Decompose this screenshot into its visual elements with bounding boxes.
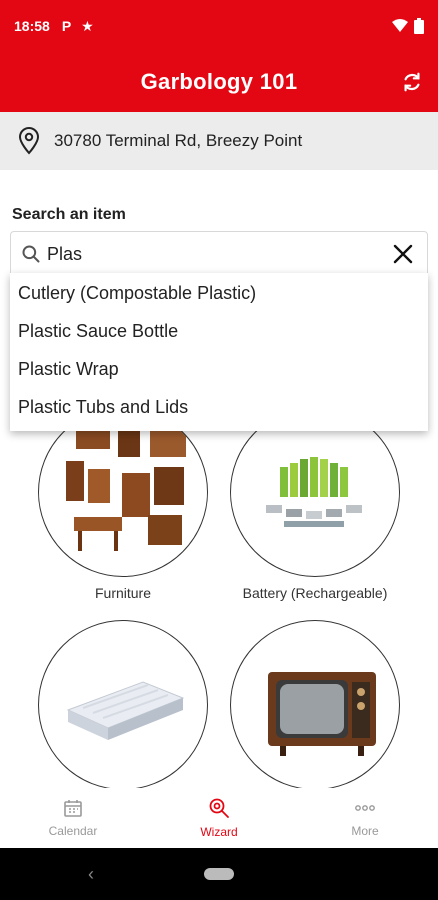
status-system-icons [392,18,424,34]
back-chevron-icon[interactable]: ‹ [88,864,94,885]
app-bar: Garbology 101 [0,52,438,112]
suggestion-item[interactable]: Plastic Tubs and Lids [10,388,428,426]
bottom-nav: Calendar Wizard More [0,788,438,848]
calendar-icon [64,800,82,817]
nav-label: More [351,824,379,838]
item-card-television[interactable] [230,620,400,790]
status-bar: 18:58 P ★ [0,0,438,52]
star-icon: ★ [81,17,94,34]
furniture-image [38,407,208,577]
search-box [10,231,428,277]
item-card-furniture[interactable]: Furniture [38,407,208,602]
search-icon [22,245,40,263]
system-nav-bar: ‹ [0,848,438,900]
refresh-icon [404,72,420,92]
clear-search-button[interactable] [389,240,417,268]
battery-image [230,407,400,577]
suggestion-item[interactable]: Plastic Sauce Bottle [10,312,428,350]
status-time: 18:58 [14,18,50,34]
nav-calendar[interactable]: Calendar [0,788,146,848]
search-label: Search an item [12,206,126,223]
address-bar[interactable]: 30780 Terminal Rd, Breezy Point [0,112,438,170]
item-card-battery[interactable]: Battery (Rechargeable) [230,407,400,602]
nav-label: Wizard [200,825,238,839]
suggestion-item[interactable]: Cutlery (Compostable Plastic) [10,274,428,312]
address-text: 30780 Terminal Rd, Breezy Point [54,131,303,150]
suggestions-dropdown: Cutlery (Compostable Plastic) Plastic Sa… [10,273,428,431]
more-icon [355,805,375,811]
wizard-search-icon [209,798,229,818]
search-input[interactable] [47,243,389,265]
app-title: Garbology 101 [140,69,298,94]
status-notifications: P ★ [62,18,94,35]
parking-icon: P [61,18,72,34]
close-icon [393,244,413,264]
item-label: Furniture [94,585,152,601]
home-pill[interactable] [204,868,234,880]
television-image [230,620,400,790]
nav-wizard[interactable]: Wizard [146,788,292,848]
mattress-image [38,620,208,790]
suggestion-item[interactable]: Plastic Wrap [10,350,428,388]
item-label: Battery (Rechargeable) [242,585,388,601]
wifi-icon [392,19,408,32]
nav-more[interactable]: More [292,788,438,848]
battery-icon [414,18,424,34]
item-card-mattress[interactable] [38,620,208,798]
nav-label: Calendar [48,824,98,838]
location-pin-icon [18,127,40,155]
refresh-button[interactable] [398,68,426,96]
